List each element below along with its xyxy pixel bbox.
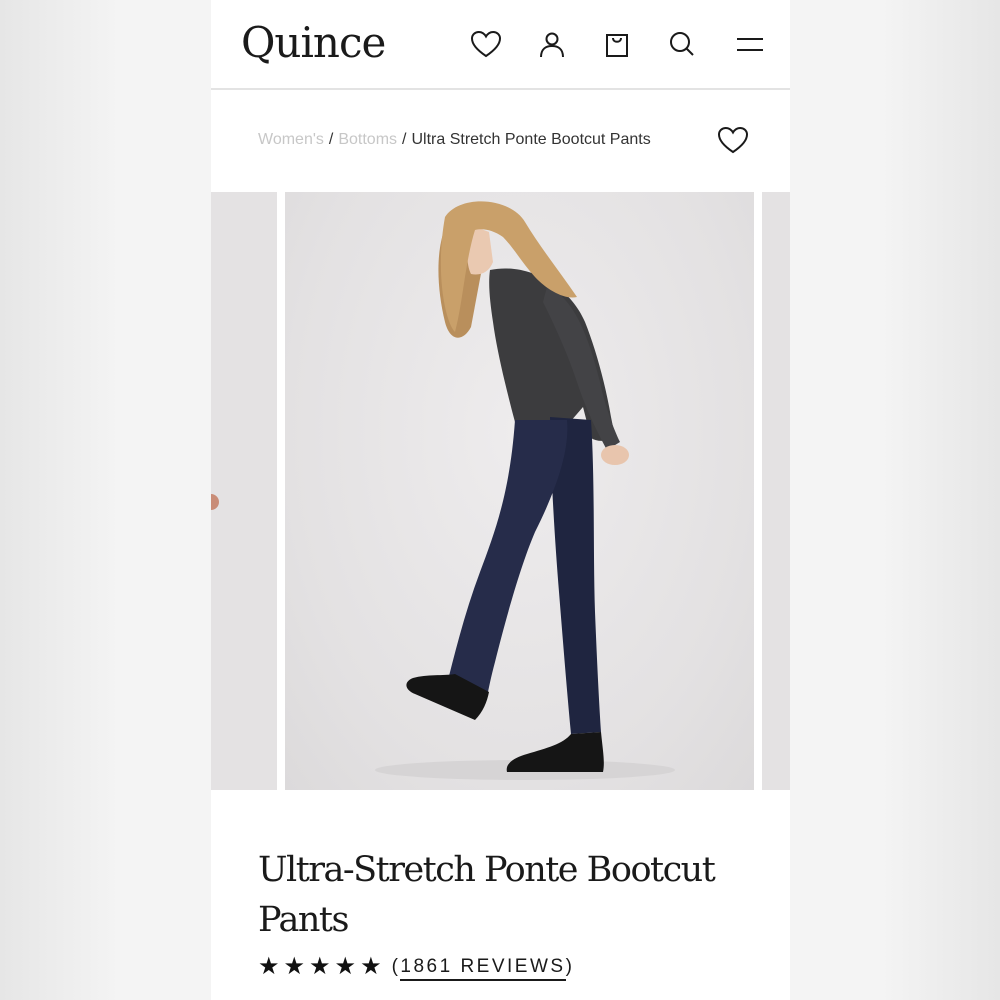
reviews-count: (1861 REVIEWS) bbox=[392, 956, 575, 981]
product-rating: ★ ★ ★ ★ ★ (1861 REVIEWS) bbox=[258, 953, 574, 981]
star-icon: ★ bbox=[309, 953, 331, 980]
menu-icon[interactable] bbox=[733, 28, 767, 62]
wishlist-heart-icon[interactable] bbox=[716, 124, 750, 158]
boot-standing bbox=[506, 732, 604, 772]
model-illustration bbox=[375, 201, 675, 780]
partial-image-detail bbox=[211, 494, 219, 510]
breadcrumb-separator: / bbox=[328, 131, 334, 148]
product-title-line-2: Pants bbox=[258, 900, 349, 940]
product-title-line-1: Ultra-Stretch Ponte Bootcut bbox=[258, 850, 716, 890]
carousel-slide-next[interactable] bbox=[762, 192, 790, 790]
heart-icon[interactable] bbox=[469, 28, 503, 62]
breadcrumb-separator: / bbox=[402, 131, 407, 148]
breadcrumb-link-bottoms[interactable]: Bottoms bbox=[338, 131, 397, 148]
quince-logo[interactable]: Quince bbox=[241, 18, 386, 67]
mobile-page: Quince Women's / Bottoms / Ultra Stretch Pon… bbox=[211, 0, 790, 1000]
hands bbox=[601, 445, 629, 465]
account-icon[interactable] bbox=[535, 28, 569, 62]
star-icon: ★ bbox=[360, 953, 382, 980]
reviews-link[interactable]: 1861 REVIEWS bbox=[400, 956, 566, 981]
breadcrumb: Women's / Bottoms / Ultra Stretch Ponte Boot… bbox=[258, 131, 651, 149]
product-title: Ultra-Stretch Ponte Bootcut Pants bbox=[258, 845, 728, 945]
breadcrumb-link-womens[interactable]: Women's bbox=[258, 131, 324, 148]
pants-kicking-leg bbox=[445, 420, 568, 697]
star-icon: ★ bbox=[283, 953, 306, 980]
star-icon: ★ bbox=[258, 953, 280, 980]
breadcrumb-current: Ultra Stretch Ponte Bootcut Pants bbox=[411, 131, 651, 148]
product-image-main[interactable] bbox=[285, 192, 754, 790]
star-icon: ★ bbox=[334, 953, 357, 980]
bag-icon[interactable] bbox=[600, 28, 634, 62]
search-icon[interactable] bbox=[665, 28, 699, 62]
carousel-slide-previous[interactable] bbox=[211, 192, 277, 790]
site-header: Quince bbox=[211, 0, 790, 90]
